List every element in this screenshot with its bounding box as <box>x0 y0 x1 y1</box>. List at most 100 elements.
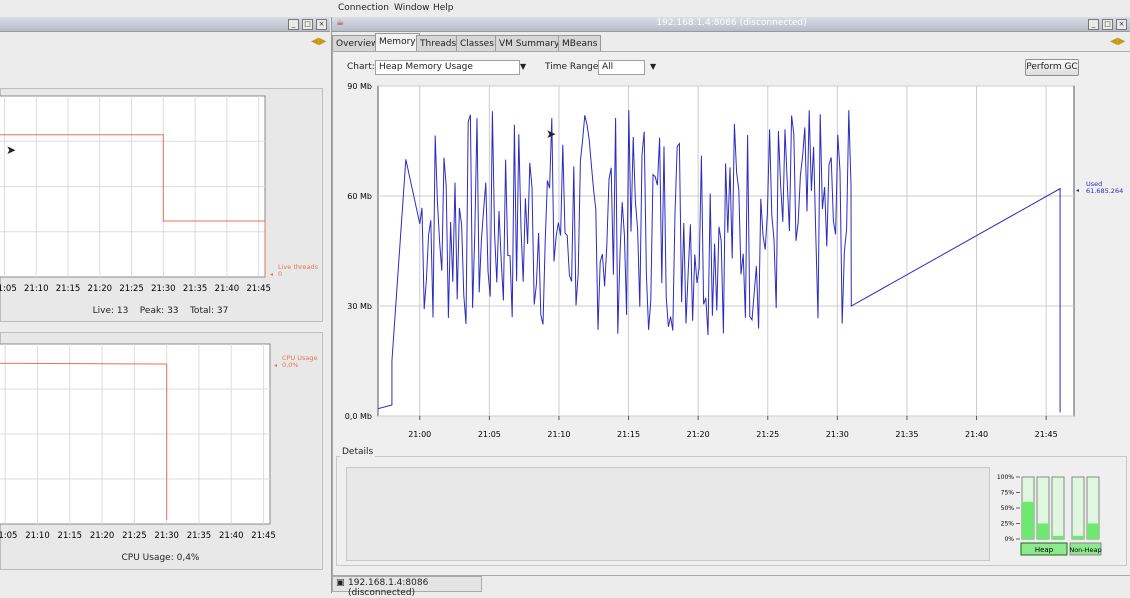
nonheap-gauge-label: Non-Heap <box>1069 546 1101 554</box>
time-range-dropdown-chevron-icon[interactable]: ▼ <box>650 62 656 71</box>
gauge-bars <box>1021 476 1100 540</box>
mouse-cursor-icon: ➤ <box>546 127 557 141</box>
tab-threads[interactable]: Threads <box>416 35 461 52</box>
x-tick-label: 21:35 <box>183 284 208 294</box>
threads-chart: 21:0021:0521:1021:1521:2021:2521:3021:35… <box>0 95 319 294</box>
x-tick-label: 21:35 <box>187 531 212 541</box>
tab-mbeans[interactable]: MBeans <box>558 35 602 52</box>
x-tick-label: 21:30 <box>154 531 179 541</box>
gauge-bar-fill <box>1022 501 1034 539</box>
y-tick-label: 60 Mb <box>347 192 372 201</box>
gauge-bar-fill <box>1072 535 1084 539</box>
x-tick-label: 21:15 <box>58 531 83 541</box>
chart-dropdown-chevron-icon[interactable]: ▼ <box>520 62 526 71</box>
x-tick-label: 21:45 <box>246 284 271 294</box>
right-window-titlebar: ☕ 192.168.1.4:8086 (disconnected) <box>332 17 1130 32</box>
disconnected-icon: ▣ <box>336 578 345 588</box>
x-tick-label: 21:10 <box>24 284 49 294</box>
mouse-cursor-icon: ➤ <box>6 143 17 157</box>
time-range-select[interactable]: All <box>598 60 645 75</box>
threads-summary: Live: 13 Peak: 33 Total: 37 <box>92 306 229 316</box>
tab-classes[interactable]: Classes <box>456 35 498 52</box>
used-legend-value: 61.685.264 <box>1086 187 1123 195</box>
memory-pool-gauges: 100% 75% 50% 25% 0% Heap Non-Heap <box>997 474 1102 556</box>
gauge-bar-fill <box>1052 535 1064 539</box>
x-tick-label: 21:05 <box>0 284 17 294</box>
cpu-legend-marker: ◂ <box>274 362 277 369</box>
tab-scroll-arrows-icon[interactable]: ◀▶ <box>1110 36 1125 47</box>
x-tick-label: 21:35 <box>895 430 918 439</box>
menu-window[interactable]: Window <box>394 3 430 13</box>
heap-x-axis: 21:00 21:05 21:10 21:15 21:20 21:25 21:30 21:35… <box>408 430 1057 439</box>
heap-gauge-label: Heap <box>1035 546 1054 554</box>
threads-grid <box>0 95 266 278</box>
threads-legend-label: Live threads <box>278 263 319 271</box>
x-tick-label: 21:40 <box>965 430 988 439</box>
time-range-label: Time Range: <box>545 62 602 72</box>
x-tick-label: 21:30 <box>151 284 176 294</box>
x-tick-label: 21:20 <box>88 284 113 294</box>
x-tick-label: 21:45 <box>1035 430 1058 439</box>
left-window: _ □ × ◀▶ 21:0021:0521:1021:1521:2021:252… <box>0 0 330 593</box>
heap-y-axis: 0,0 Mb 30 Mb 60 Mb 90 Mb <box>345 82 372 421</box>
cpu-chart: 21:0021:0521:1021:1521:2021:2521:3021:35… <box>0 343 318 541</box>
gauge-bar-fill <box>1037 523 1049 539</box>
minimize-icon[interactable]: _ <box>288 19 299 30</box>
menu-bar: Connection Window Help <box>330 0 1130 17</box>
gauge-tick-label: 75% <box>1001 490 1015 497</box>
gauge-axis: 100% 75% 50% 25% 0% <box>997 474 1020 543</box>
maximize-icon[interactable]: □ <box>302 19 313 30</box>
gauge-tick-label: 50% <box>1001 505 1015 512</box>
gauge-tick-label: 100% <box>997 474 1014 481</box>
plot-area <box>377 85 1075 417</box>
x-tick-label: 21:05 <box>478 430 501 439</box>
x-tick-label: 21:20 <box>90 531 115 541</box>
y-tick-label: 0,0 Mb <box>345 412 372 421</box>
chart-label: Chart: <box>347 62 375 72</box>
x-tick-label: 21:20 <box>687 430 710 439</box>
gauge-bar-track <box>1071 476 1085 540</box>
cpu-summary: CPU Usage: 0,4% <box>121 553 200 563</box>
gauge-tick-label: 25% <box>1001 521 1015 528</box>
threads-x-axis: 21:0021:0521:1021:1521:2021:2521:3021:35… <box>0 284 271 294</box>
x-tick-label: 21:25 <box>119 284 144 294</box>
left-window-titlebar <box>0 17 330 32</box>
gauge-tick-label: 0% <box>1004 536 1014 543</box>
x-tick-label: 21:45 <box>251 531 276 541</box>
x-tick-label: 21:05 <box>0 531 17 541</box>
threads-legend-value: 0 <box>278 270 282 278</box>
window-title: 192.168.1.4:8086 (disconnected) <box>656 18 807 28</box>
minimize-icon[interactable]: _ <box>1088 19 1099 30</box>
x-tick-label: 21:15 <box>56 284 81 294</box>
x-tick-label: 21:40 <box>215 284 240 294</box>
menu-connection[interactable]: Connection <box>338 3 389 13</box>
cpu-grid <box>0 343 271 525</box>
used-legend-marker: ◂ <box>1076 187 1079 194</box>
heap-chart: 0,0 Mb30 Mb60 Mb90 Mb 21:00 21:05 21:10 21:… <box>345 82 1123 439</box>
x-tick-label: 21:25 <box>756 430 779 439</box>
x-tick-label: 21:15 <box>617 430 640 439</box>
y-tick-label: 30 Mb <box>347 302 372 311</box>
perform-gc-button[interactable]: Perform GC <box>1025 59 1079 76</box>
x-tick-label: 21:30 <box>826 430 849 439</box>
details-textarea <box>346 467 990 561</box>
x-tick-label: 21:40 <box>219 531 244 541</box>
gauge-bar-fill <box>1087 523 1099 539</box>
x-tick-label: 21:00 <box>408 430 431 439</box>
tab-vm-summary[interactable]: VM Summary <box>495 35 564 52</box>
x-tick-label: 21:10 <box>25 531 50 541</box>
heap-grid <box>377 85 1075 420</box>
close-icon[interactable]: × <box>1116 19 1127 30</box>
status-bar: ▣ 192.168.1.4:8086 (disconnected) <box>332 576 482 598</box>
cpu-x-axis: 21:0021:0521:1021:1521:2021:2521:3021:35… <box>0 531 276 541</box>
menu-help[interactable]: Help <box>433 3 454 13</box>
y-tick-label: 90 Mb <box>347 82 372 91</box>
tab-scroll-arrows-icon[interactable]: ◀▶ <box>311 36 326 47</box>
x-tick-label: 21:10 <box>547 430 570 439</box>
gauge-bar-track <box>1051 476 1065 540</box>
maximize-icon[interactable]: □ <box>1102 19 1113 30</box>
chart-select[interactable]: Heap Memory Usage <box>375 60 520 75</box>
tab-memory[interactable]: Memory <box>375 33 420 52</box>
close-icon[interactable]: × <box>316 19 327 30</box>
threads-legend-marker: ◂ <box>270 271 273 278</box>
